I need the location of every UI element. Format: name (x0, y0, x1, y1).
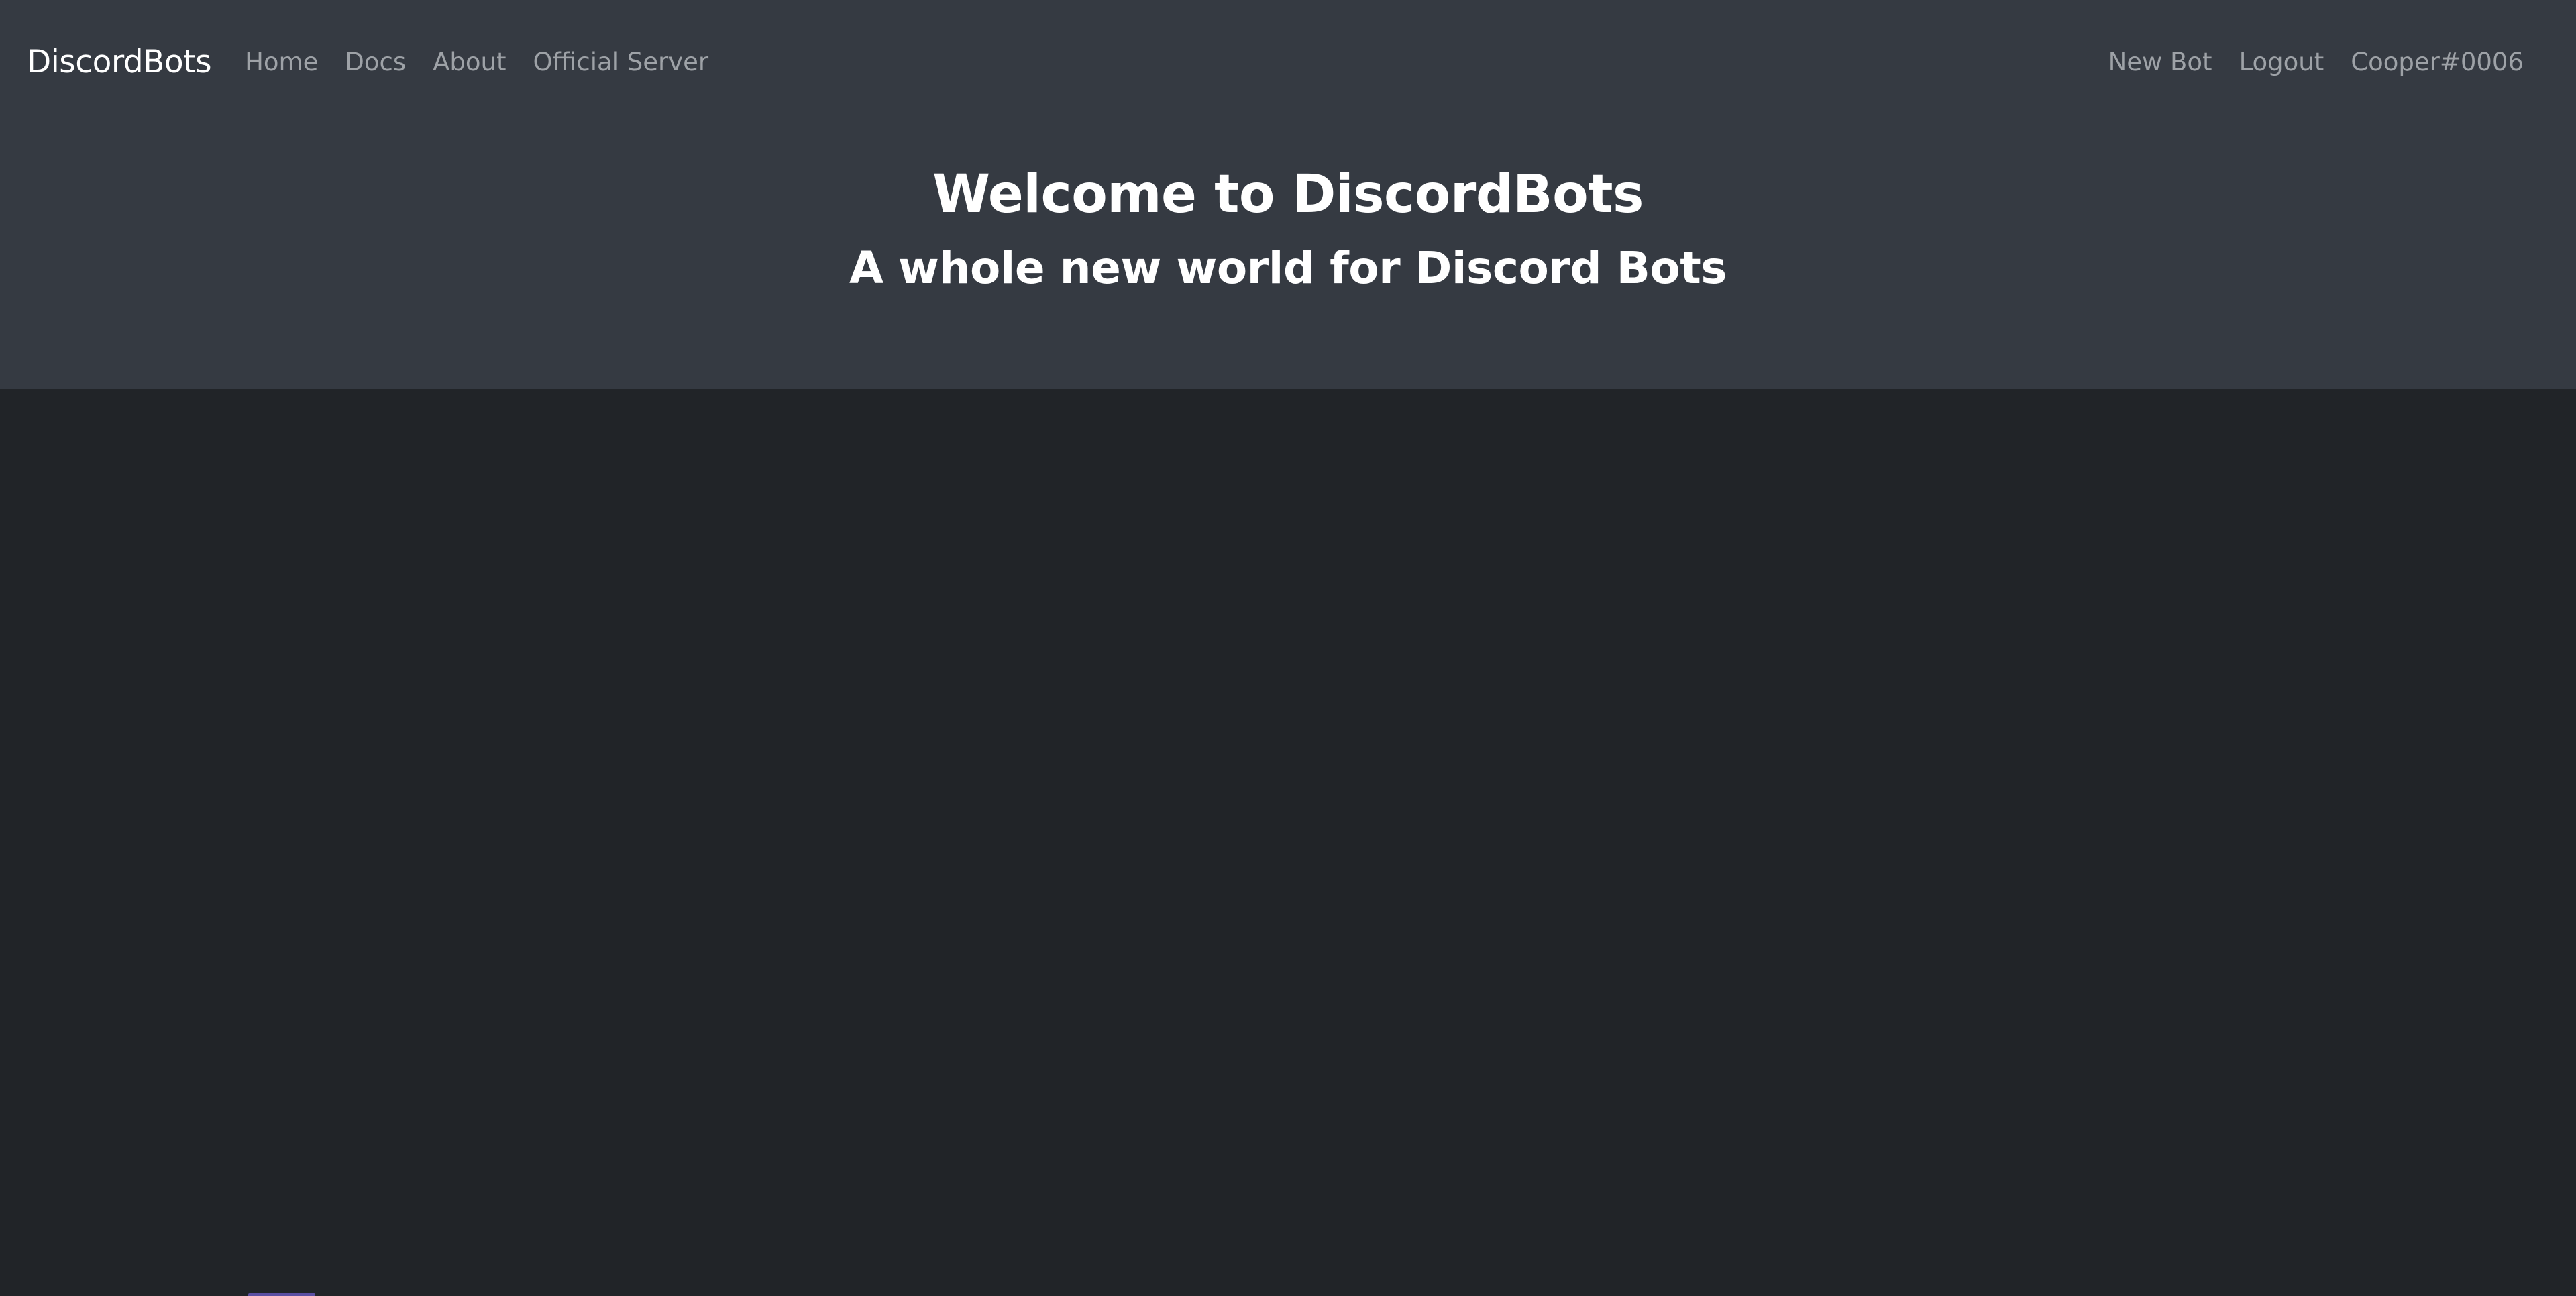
user-profile-link[interactable]: Cooper#0006 (2337, 48, 2537, 76)
navbar: DiscordBots Home Docs About Official Ser… (0, 0, 2576, 123)
hero: Welcome to DiscordBots A whole new world… (0, 154, 2576, 302)
nav-link-new-bot[interactable]: New Bot (2095, 48, 2226, 76)
navbar-left: DiscordBots Home Docs About Official Ser… (27, 44, 722, 80)
header-section: DiscordBots Home Docs About Official Ser… (0, 0, 2576, 389)
nav-link-official-server[interactable]: Official Server (520, 48, 722, 76)
nav-link-about[interactable]: About (419, 48, 519, 76)
nav-link-home[interactable]: Home (231, 48, 331, 76)
hero-title: Welcome to DiscordBots (932, 164, 1644, 225)
bottom-accent-bar (248, 1293, 315, 1296)
navbar-right: New Bot Logout Cooper#0006 (2095, 48, 2537, 76)
main-content (0, 389, 2576, 1296)
nav-link-docs[interactable]: Docs (331, 48, 419, 76)
brand-link[interactable]: DiscordBots (27, 44, 212, 80)
nav-link-logout[interactable]: Logout (2226, 48, 2338, 76)
hero-subtitle: A whole new world for Discord Bots (849, 242, 1727, 294)
